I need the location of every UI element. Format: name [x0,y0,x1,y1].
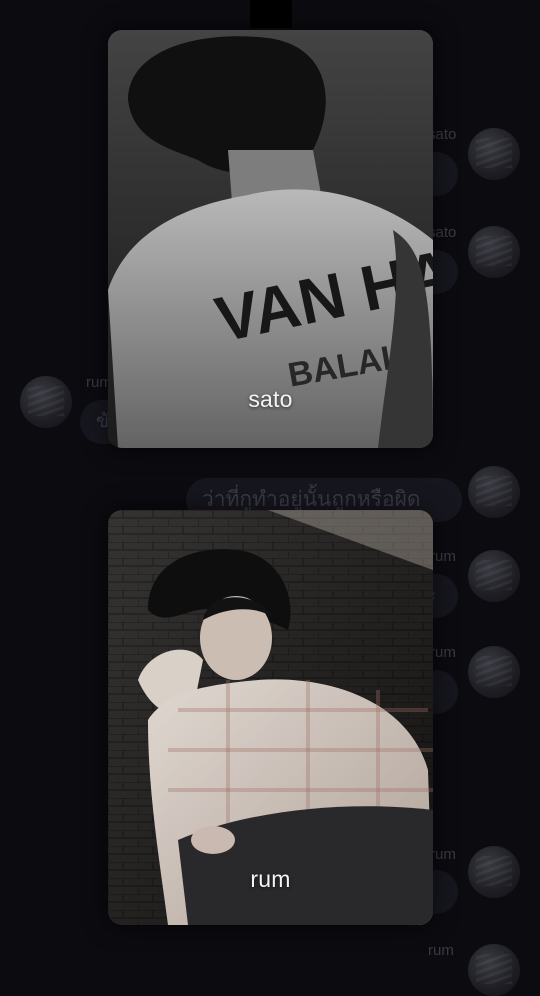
avatar[interactable] [468,466,520,518]
profile-card-rum[interactable]: rum [108,510,433,925]
card-name: rum [250,866,291,892]
profile-card-sato[interactable]: VAN HA BALAI sato [108,30,433,448]
avatar[interactable] [468,944,520,996]
sender-name: rum [430,846,456,863]
sender-name: rum [430,644,456,661]
avatar[interactable] [468,128,520,180]
avatar[interactable] [468,550,520,602]
card-name: sato [248,386,293,412]
avatar[interactable] [468,846,520,898]
avatar[interactable] [468,646,520,698]
photo [108,510,433,925]
avatar[interactable] [468,226,520,278]
sender-name: rum [430,548,456,565]
avatar[interactable] [20,376,72,428]
sender-name: rum [428,942,454,959]
message-text: ว่าที่กูทำอยู่นั้นถูกหรือผิด [202,488,421,511]
top-bar [250,0,292,28]
